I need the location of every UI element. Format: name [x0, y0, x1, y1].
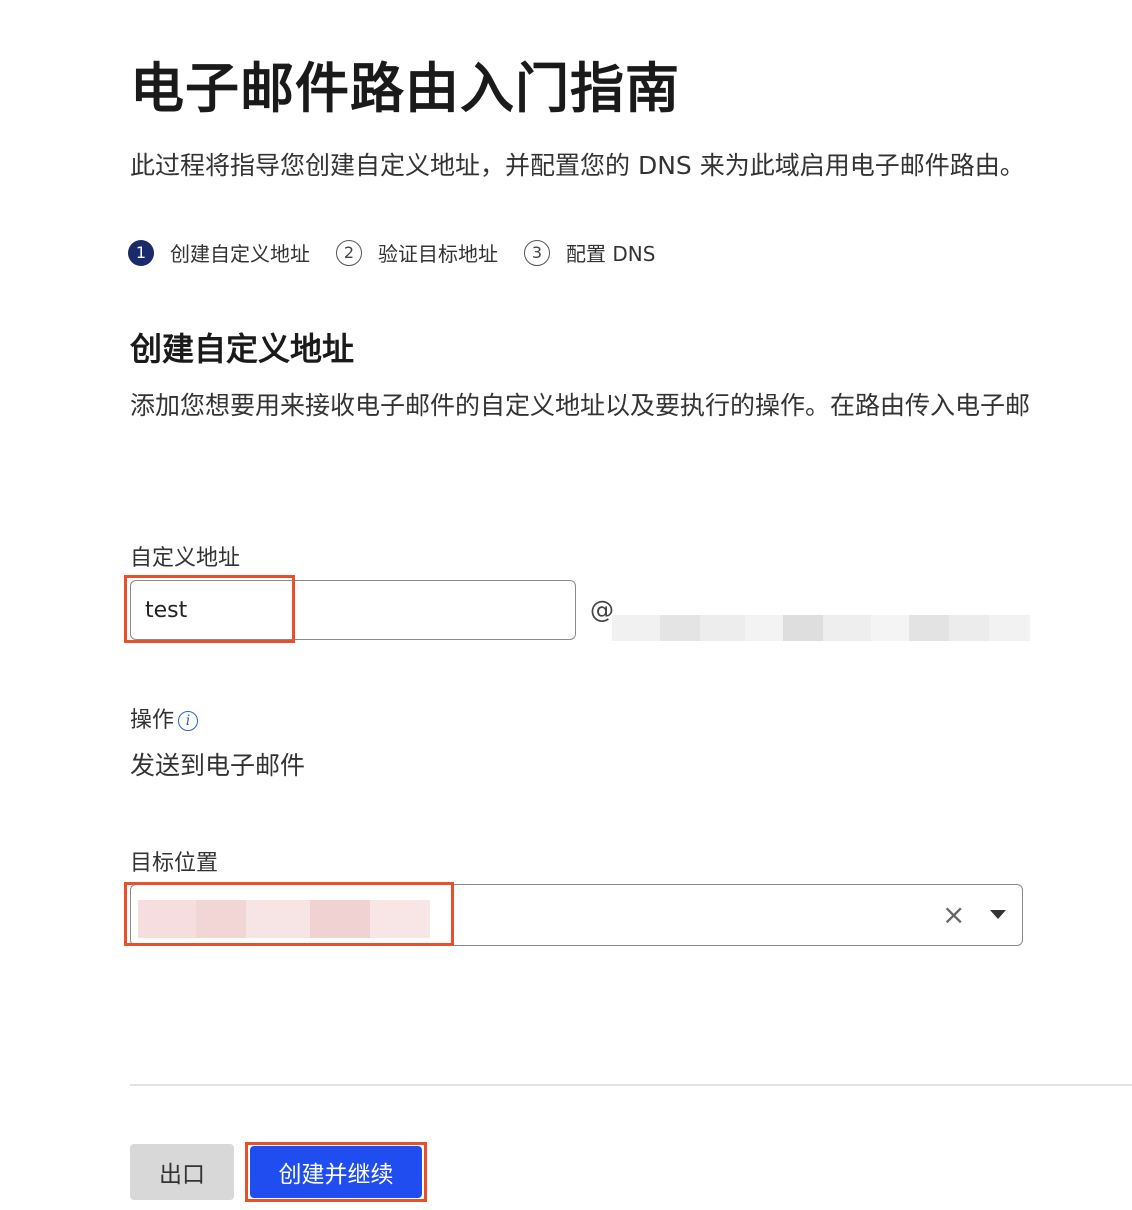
- section-title: 创建自定义地址: [130, 330, 355, 368]
- action-label: 操作: [130, 708, 175, 733]
- step-configure-dns: 3 配置 DNS: [524, 238, 655, 267]
- divider: [130, 1084, 1132, 1086]
- step-label: 配置 DNS: [566, 242, 656, 266]
- step-number: 1: [128, 239, 154, 266]
- create-continue-button[interactable]: 创建并继续: [250, 1146, 422, 1198]
- page-title: 电子邮件路由入门指南: [130, 57, 680, 120]
- step-label: 创建自定义地址: [170, 242, 310, 266]
- step-create-address: 1 创建自定义地址: [128, 238, 310, 267]
- redacted-domain: [612, 615, 1030, 641]
- redacted-destination: [138, 900, 430, 938]
- section-description: 添加您想要用来接收电子邮件的自定义地址以及要执行的操作。在路由传入电子邮: [130, 391, 1031, 420]
- action-label-row: 操作 i: [130, 702, 199, 734]
- page-intro: 此过程将指导您创建自定义地址，并配置您的 DNS 来为此域启用电子邮件路由。: [130, 151, 1025, 180]
- destination-label: 目标位置: [130, 851, 219, 876]
- action-value: 发送到电子邮件: [130, 751, 306, 780]
- exit-button[interactable]: 出口: [130, 1144, 234, 1200]
- chevron-down-icon[interactable]: [990, 910, 1006, 919]
- info-icon[interactable]: i: [178, 711, 199, 731]
- custom-address-field[interactable]: [130, 580, 576, 640]
- step-label: 验证目标地址: [378, 242, 498, 266]
- custom-address-input[interactable]: [131, 581, 575, 639]
- step-number: 3: [524, 239, 550, 266]
- custom-address-label: 自定义地址: [130, 546, 241, 571]
- step-number: 2: [336, 239, 362, 266]
- step-verify-destination: 2 验证目标地址: [336, 238, 498, 267]
- clear-icon[interactable]: ×: [942, 900, 965, 930]
- stepper: 1 创建自定义地址 2 验证目标地址 3 配置 DNS: [128, 238, 681, 267]
- at-sign: @: [590, 596, 614, 624]
